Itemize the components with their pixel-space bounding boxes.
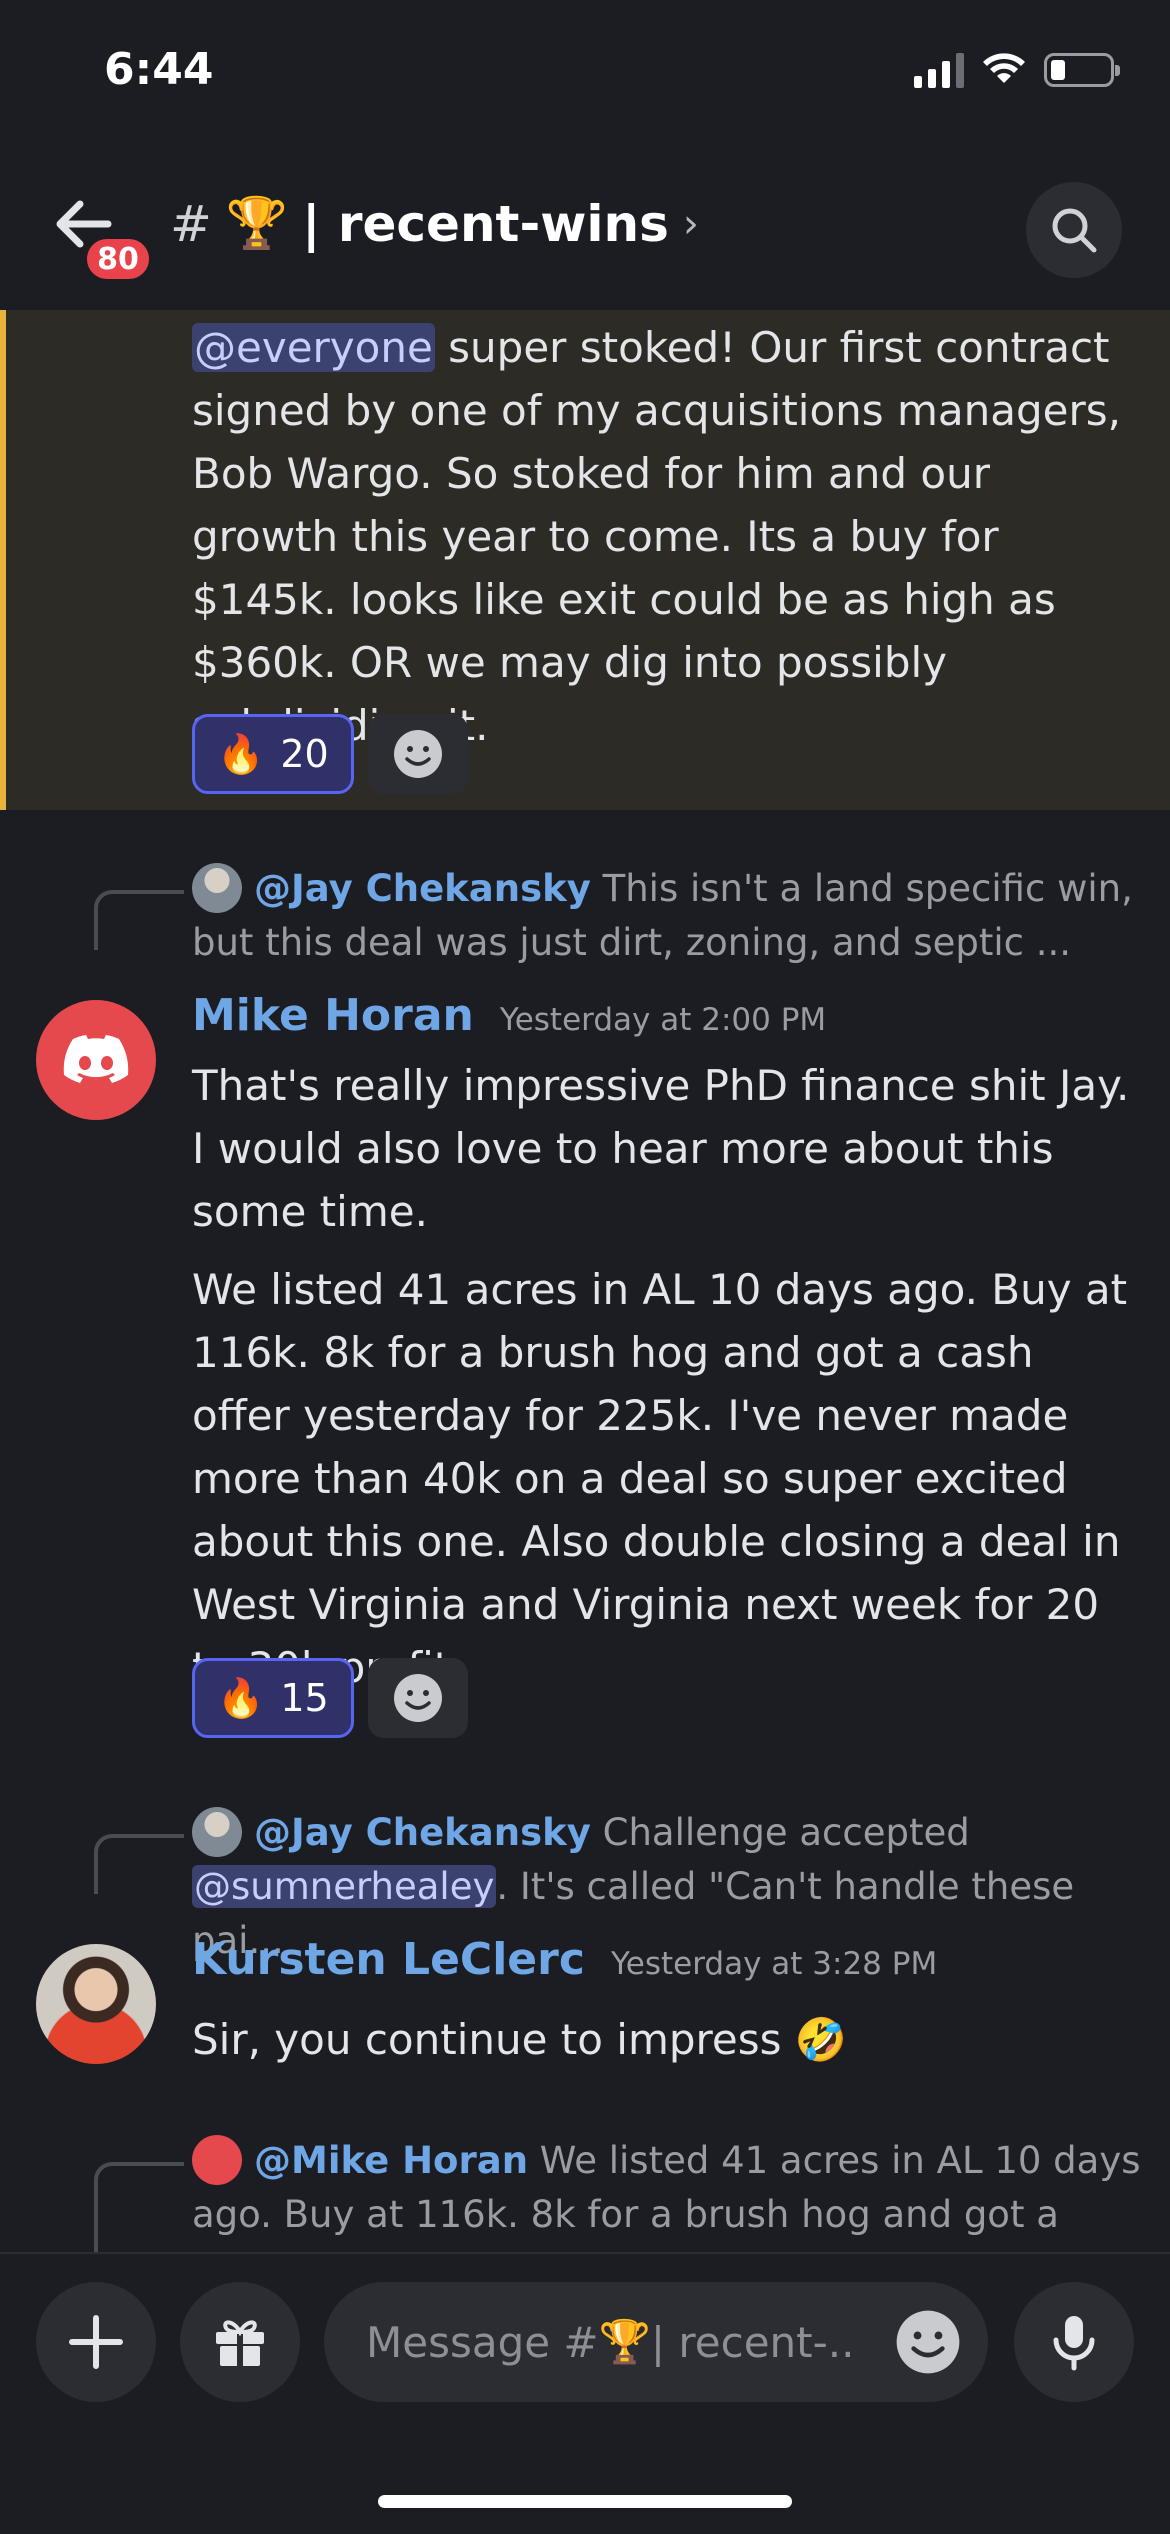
- reaction-count: 15: [280, 1676, 329, 1720]
- add-reaction-button[interactable]: [367, 1658, 468, 1738]
- avatar: [192, 1807, 242, 1857]
- avatar[interactable]: [36, 1000, 156, 1120]
- add-reaction-button[interactable]: [367, 714, 468, 794]
- reply-preview[interactable]: @Mike Horan We listed 41 acres in AL 10 …: [192, 2134, 1142, 2252]
- channel-name: | recent-wins: [302, 194, 669, 253]
- reply-author: @Mike Horan: [254, 2139, 529, 2182]
- mention-user[interactable]: @sumnerhealey: [192, 1865, 497, 1908]
- status-icons: [914, 52, 1120, 88]
- reaction-row: 🔥 20: [192, 714, 468, 794]
- smiley-add-icon: [393, 730, 442, 778]
- message-text: That's really impressive PhD finance shi…: [192, 1061, 1130, 1236]
- voice-message-button[interactable]: [1014, 2282, 1134, 2402]
- mention-everyone[interactable]: @everyone: [192, 323, 435, 372]
- message-text: Sir, you continue to impress 🤣: [192, 2015, 848, 2064]
- reaction-row: 🔥 15: [192, 1658, 468, 1738]
- username[interactable]: Kursten LeClerc: [192, 1934, 585, 1985]
- composer-bar: Message # 🏆 | recent-..: [0, 2252, 1170, 2534]
- chevron-right-icon: ›: [682, 200, 699, 247]
- signal-icon: [914, 52, 964, 88]
- home-indicator[interactable]: [378, 2495, 792, 2508]
- message-header: Kursten LeClerc Yesterday at 3:28 PM: [192, 1934, 937, 1985]
- timestamp: Yesterday at 2:00 PM: [499, 1002, 827, 1038]
- message-feed[interactable]: @everyone super stoked! Our first contra…: [0, 310, 1170, 2252]
- attach-button[interactable]: [36, 2282, 156, 2402]
- avatar: [192, 863, 242, 913]
- unread-badge: 80: [82, 234, 154, 284]
- gift-button[interactable]: [180, 2282, 300, 2402]
- message-header: Mike Horan Yesterday at 2:00 PM: [192, 990, 826, 1041]
- status-time: 6:44: [104, 44, 214, 95]
- timestamp: Yesterday at 3:28 PM: [610, 1946, 938, 1982]
- search-button[interactable]: [1026, 182, 1122, 278]
- reaction-fire[interactable]: 🔥 15: [192, 1658, 354, 1738]
- avatar[interactable]: [36, 1944, 156, 2064]
- battery-icon: [1044, 53, 1120, 87]
- channel-hash-icon: #: [170, 194, 212, 253]
- channel-title[interactable]: # 🏆 | recent-wins ›: [170, 194, 699, 253]
- plus-icon: [69, 2315, 123, 2369]
- message-input[interactable]: Message # 🏆 | recent-..: [324, 2282, 988, 2402]
- reply-connector: [94, 890, 184, 950]
- reply-preview[interactable]: @Jay Chekansky This isn't a land specifi…: [192, 862, 1142, 970]
- discord-icon: [63, 1035, 129, 1083]
- smiley-add-icon: [393, 1674, 442, 1722]
- reply-author: @Jay Chekansky: [254, 1811, 591, 1854]
- channel-emoji: 🏆: [225, 194, 289, 252]
- reply-connector: [94, 2162, 184, 2252]
- reply-author: @Jay Chekansky: [254, 867, 591, 910]
- status-bar: 6:44: [0, 0, 1170, 150]
- emoji-icon[interactable]: [894, 2308, 962, 2376]
- channel-header: 80 # 🏆 | recent-wins ›: [0, 150, 1170, 310]
- gift-icon: [216, 2320, 264, 2366]
- search-icon: [1052, 208, 1097, 253]
- fire-emoji: 🔥: [217, 1675, 265, 1720]
- message-text: @everyone super stoked! Our first contra…: [192, 323, 1122, 750]
- reply-connector: [94, 1834, 184, 1894]
- reaction-count: 20: [280, 732, 329, 776]
- discord-icon: [192, 2135, 242, 2185]
- wifi-icon: [983, 53, 1025, 83]
- mic-icon: [1053, 2316, 1095, 2371]
- reaction-fire[interactable]: 🔥 20: [192, 714, 354, 794]
- fire-emoji: 🔥: [217, 731, 265, 776]
- username[interactable]: Mike Horan: [192, 990, 474, 1041]
- message-text: We listed 41 acres in AL 10 days ago. Bu…: [192, 1265, 1128, 1692]
